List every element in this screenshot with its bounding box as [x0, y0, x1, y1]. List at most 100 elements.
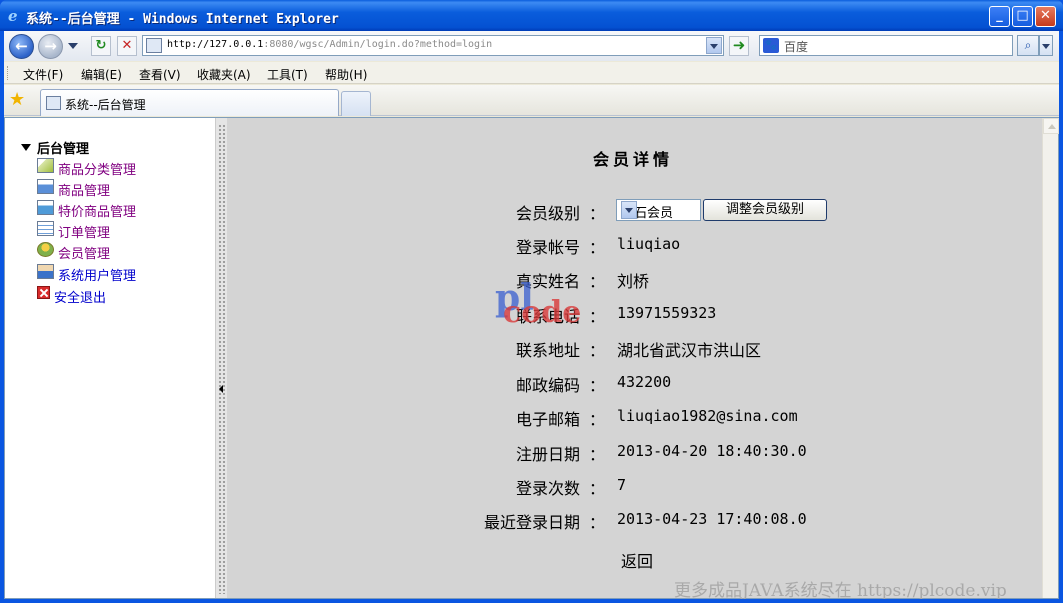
go-button[interactable]: ➜	[729, 36, 749, 56]
search-placeholder: 百度	[784, 40, 809, 54]
menu-bar: 文件(F) 编辑(E) 查看(V) 收藏夹(A) 工具(T) 帮助(H)	[4, 62, 1059, 84]
field-value-account: liuqiao	[617, 235, 681, 253]
maximize-button[interactable]: □	[1012, 6, 1033, 27]
vertical-scrollbar[interactable]	[1042, 118, 1059, 598]
search-box[interactable]: 🐾 百度	[759, 35, 1013, 56]
colon: ：	[589, 479, 606, 498]
address-host: http://127.0.0.1	[167, 39, 264, 50]
chevron-down-icon[interactable]	[621, 201, 637, 219]
menu-help[interactable]: 帮助(H)	[325, 66, 367, 83]
system-user-icon	[37, 264, 54, 279]
field-value-phone: 13971559323	[617, 304, 717, 322]
back-button[interactable]: ←	[9, 34, 34, 59]
field-label-register-date: 注册日期	[515, 445, 580, 464]
field-value-last-login: 2013-04-23 17:40:08.0	[617, 510, 807, 528]
sidebar-item-label[interactable]: 安全退出	[54, 287, 106, 306]
title-bar[interactable]: e 系统--后台管理 - Windows Internet Explorer _…	[0, 0, 1063, 31]
address-path: :8080/wgsc/Admin/login.do?method=login	[263, 39, 493, 50]
colon: ：	[589, 410, 606, 429]
sidebar-root[interactable]: 后台管理	[21, 138, 89, 157]
browser-window: e 系统--后台管理 - Windows Internet Explorer _…	[0, 0, 1063, 603]
search-options-dropdown-icon[interactable]	[1039, 35, 1053, 56]
expand-triangle-icon[interactable]	[21, 144, 31, 151]
new-tab-button[interactable]	[341, 91, 371, 116]
back-link[interactable]: 返回	[621, 548, 653, 572]
order-icon	[37, 221, 54, 236]
category-icon	[37, 158, 54, 173]
sidebar-frame: 后台管理 商品分类管理 商品管理 特价商品管理 订单管理 会员管理 系统用户管理…	[5, 118, 215, 598]
field-value-address: 湖北省武汉市洪山区	[617, 341, 762, 360]
menu-file[interactable]: 文件(F)	[23, 66, 63, 83]
sidebar-root-label: 后台管理	[37, 142, 90, 157]
logout-icon	[37, 286, 50, 299]
menu-tools[interactable]: 工具(T)	[267, 66, 308, 83]
page-content: 后台管理 商品分类管理 商品管理 特价商品管理 订单管理 会员管理 系统用户管理…	[4, 117, 1059, 599]
menu-grip	[7, 66, 10, 80]
field-label-address: 联系地址	[515, 341, 580, 360]
sidebar-item-label[interactable]: 商品管理	[58, 180, 110, 199]
favorites-star-icon[interactable]: ★	[9, 91, 25, 109]
sidebar-item-label[interactable]: 系统用户管理	[58, 265, 136, 284]
search-icon[interactable]: ⌕	[1017, 35, 1039, 56]
scroll-up-arrow-icon[interactable]	[1043, 118, 1059, 134]
page-icon	[146, 38, 162, 53]
refresh-button[interactable]: ↻	[91, 36, 111, 56]
watermark-logo: pl code	[495, 280, 595, 330]
field-label-last-login: 最近登录日期	[483, 513, 580, 532]
window-title: 系统--后台管理 - Windows Internet Explorer	[26, 12, 339, 27]
field-label-email: 电子邮箱	[515, 410, 580, 429]
special-product-icon	[37, 200, 54, 215]
sidebar-item-label[interactable]: 特价商品管理	[58, 201, 136, 220]
stop-button[interactable]: ✕	[117, 36, 137, 56]
menu-edit[interactable]: 编辑(E)	[81, 66, 122, 83]
address-bar[interactable]: http://127.0.0.1:8080/wgsc/Admin/login.d…	[142, 35, 724, 56]
field-label-account: 登录帐号	[515, 238, 580, 257]
forward-button[interactable]: →	[38, 34, 63, 59]
field-label-login-count: 登录次数	[515, 479, 580, 498]
tab-active[interactable]: 系统--后台管理	[40, 89, 339, 116]
address-url[interactable]: http://127.0.0.1:8080/wgsc/Admin/login.d…	[167, 39, 492, 50]
product-icon	[37, 179, 54, 194]
colon: ：	[589, 204, 606, 223]
watermark-logo-bottom: code	[503, 295, 582, 330]
page-title: 会员详情	[593, 150, 674, 169]
close-button[interactable]: ✕	[1035, 6, 1056, 27]
member-icon	[37, 242, 54, 257]
field-value-realname: 刘桥	[617, 272, 650, 291]
colon: ：	[589, 513, 606, 532]
minimize-button[interactable]: _	[989, 6, 1010, 27]
sidebar-item-label[interactable]: 订单管理	[58, 222, 110, 241]
address-dropdown-icon[interactable]	[706, 37, 722, 54]
collapse-arrow-icon[interactable]	[219, 385, 223, 393]
field-value-register-date: 2013-04-20 18:40:30.0	[617, 442, 807, 460]
browser-client: ← → ↻ ✕ http://127.0.0.1:8080/wgsc/Admin…	[4, 31, 1059, 599]
colon: ：	[589, 376, 606, 395]
colon: ：	[589, 445, 606, 464]
menu-view[interactable]: 查看(V)	[139, 66, 181, 83]
member-detail-frame: 会员详情 会员级别 ： 钻石会员 调整会员级别 登录帐号 ： liuqiao 真…	[227, 118, 1042, 598]
page-icon	[46, 96, 61, 110]
menu-favorites[interactable]: 收藏夹(A)	[197, 66, 251, 83]
history-dropdown-icon[interactable]	[68, 43, 78, 49]
sidebar-item-label[interactable]: 会员管理	[58, 243, 110, 262]
svg-text:e: e	[8, 7, 18, 23]
colon: ：	[589, 238, 606, 257]
field-value-login-count: 7	[617, 476, 627, 494]
field-label-zipcode: 邮政编码	[515, 376, 580, 395]
ie-logo-icon: e	[8, 7, 18, 23]
tab-label: 系统--后台管理	[65, 98, 146, 112]
adjust-level-button[interactable]: 调整会员级别	[703, 199, 827, 221]
field-value-email: liuqiao1982@sina.com	[617, 407, 798, 425]
address-toolbar: ← → ↻ ✕ http://127.0.0.1:8080/wgsc/Admin…	[4, 31, 1059, 61]
frame-splitter[interactable]	[215, 118, 227, 598]
sidebar-item-label[interactable]: 商品分类管理	[58, 159, 136, 178]
baidu-paw-icon: 🐾	[763, 38, 779, 53]
window-bottom-border	[0, 599, 1063, 603]
tab-bar: ★ 系统--后台管理	[4, 85, 1059, 116]
watermark-text: 更多成品JAVA系统尽在 https://plcode.vip	[674, 581, 1007, 601]
member-level-select[interactable]: 钻石会员	[616, 199, 701, 221]
field-value-zipcode: 432200	[617, 373, 672, 391]
level-label: 会员级别	[515, 204, 580, 223]
colon: ：	[589, 341, 606, 360]
splitter-grip	[218, 124, 226, 594]
